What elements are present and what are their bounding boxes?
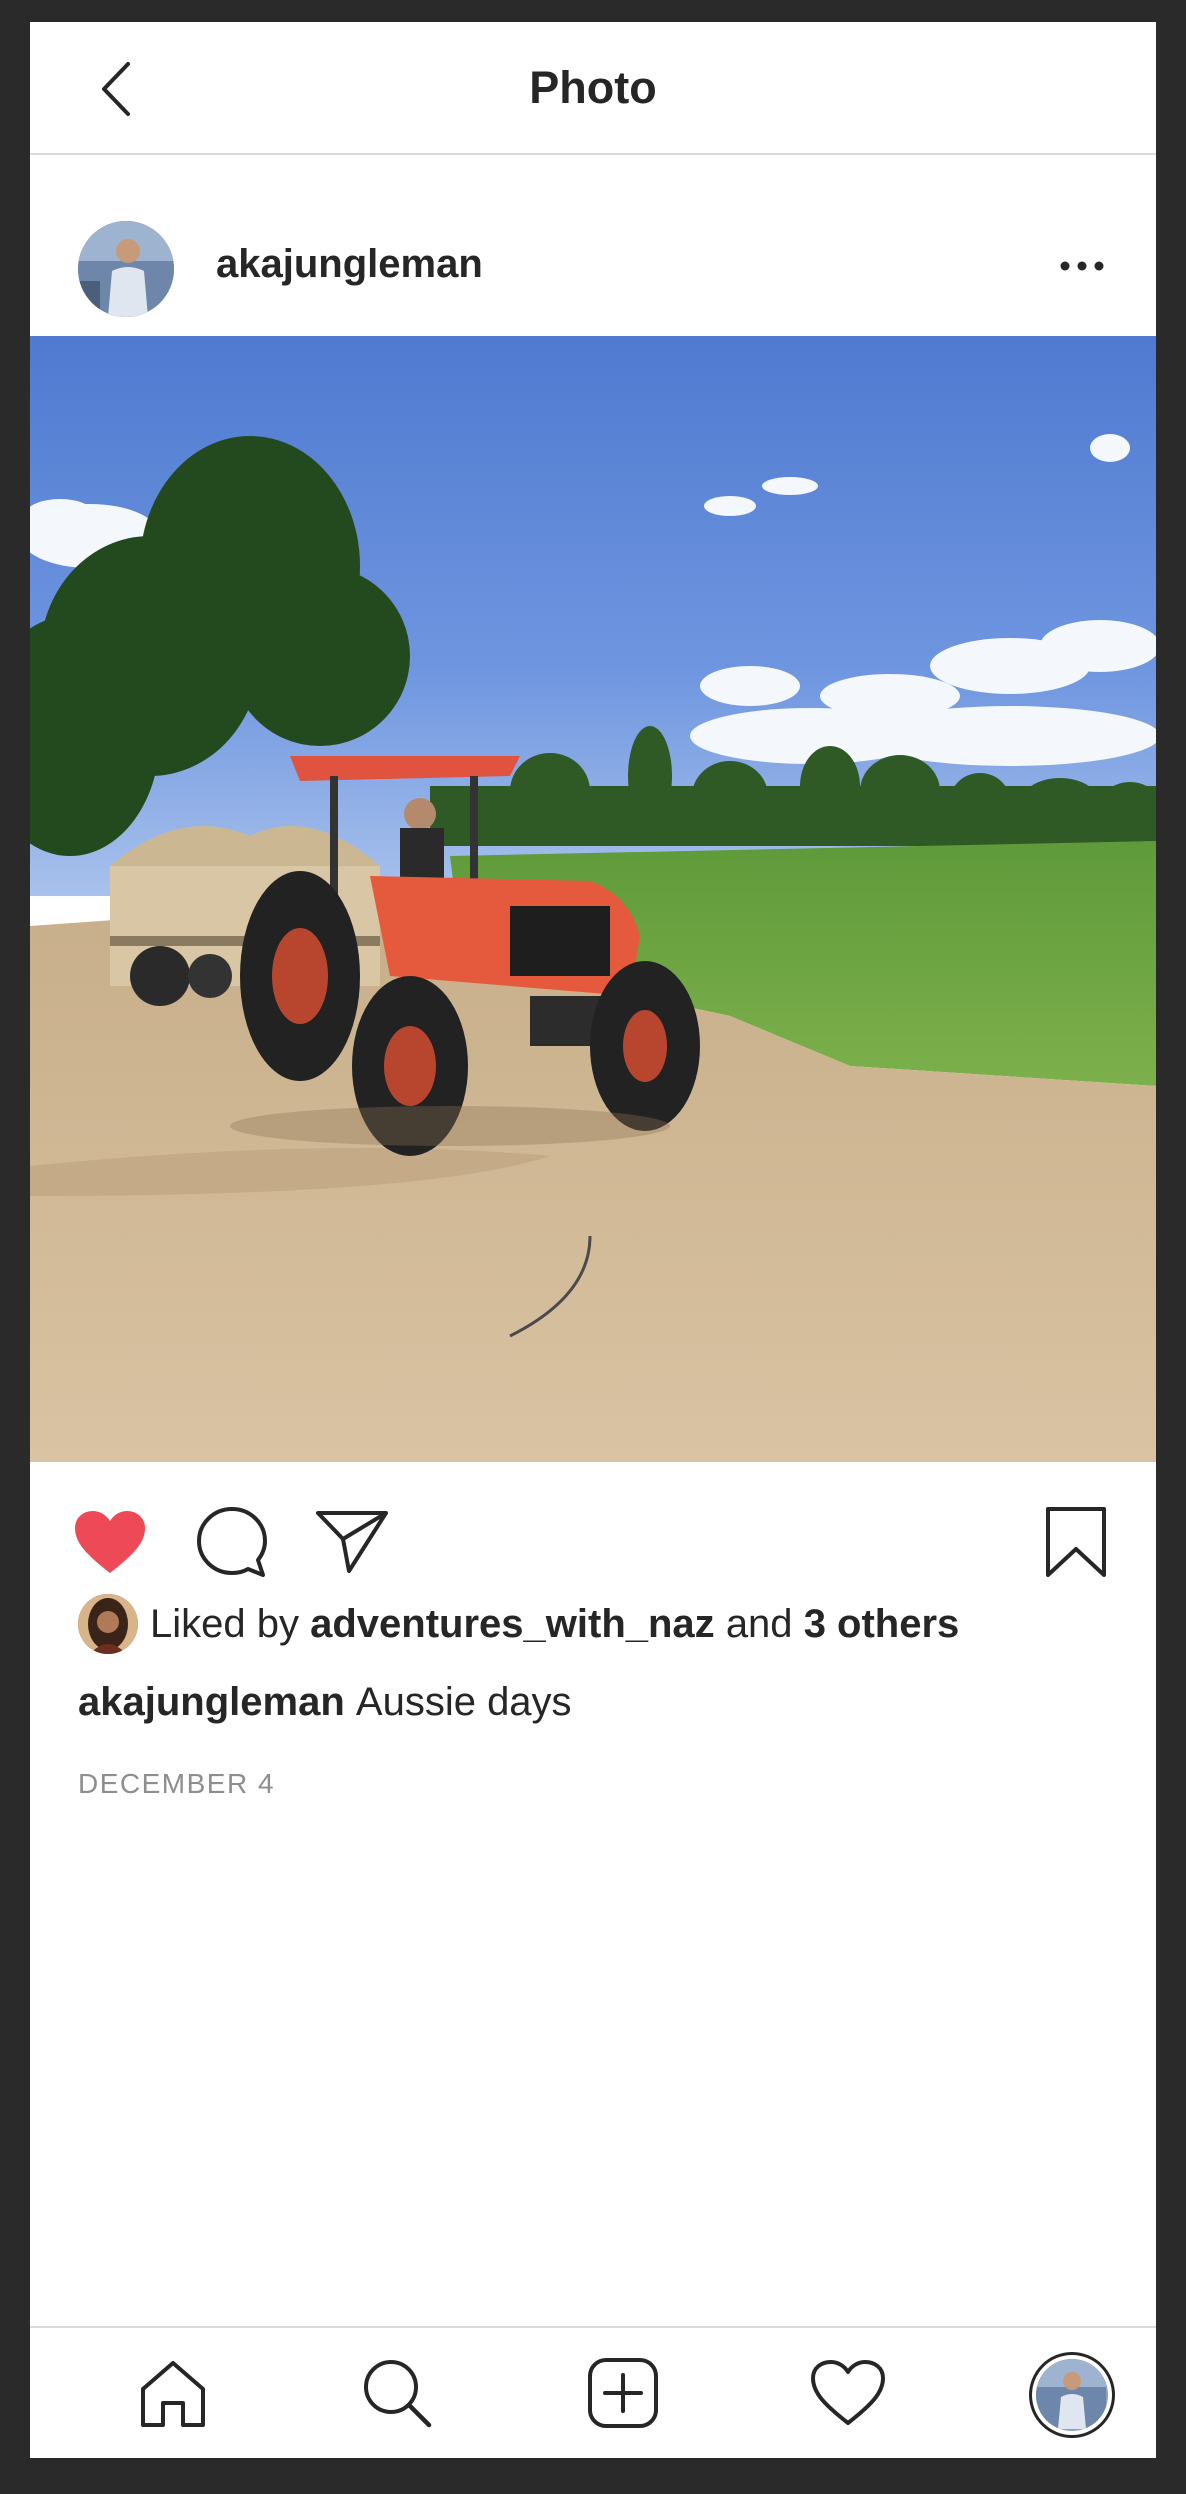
more-options-button[interactable] — [1052, 249, 1112, 285]
more-horizontal-icon — [1060, 258, 1104, 276]
caption-username[interactable]: akajungleman — [78, 1680, 345, 1724]
nav-search[interactable] — [352, 2350, 442, 2440]
author-avatar[interactable] — [78, 221, 174, 317]
post-header: akajungleman — [30, 157, 1156, 337]
nav-activity[interactable] — [803, 2350, 893, 2440]
likes-prefix: Liked by — [150, 1602, 299, 1646]
top-bar: Photo — [30, 22, 1156, 155]
post-photo[interactable] — [30, 336, 1156, 1462]
direct-share-icon — [315, 1509, 389, 1580]
liker-username[interactable]: adventures_with_naz — [310, 1599, 715, 1649]
share-button[interactable] — [312, 1504, 392, 1584]
post-actions — [30, 1462, 1156, 1592]
app-screen: Photo akajungleman Liked by adventures_w… — [30, 22, 1156, 2458]
search-icon — [361, 2357, 433, 2434]
likes-others-link[interactable]: 3 others — [804, 1599, 960, 1649]
add-post-icon — [587, 2357, 659, 2434]
bookmark-icon — [1044, 1505, 1108, 1584]
post-date: DECEMBER 4 — [78, 1768, 276, 1799]
likes-summary: Liked by adventures_with_naz and 3 other… — [78, 1592, 959, 1656]
author-username[interactable]: akajungleman — [216, 239, 483, 289]
comment-button[interactable] — [192, 1504, 272, 1584]
heart-filled-icon — [73, 1509, 147, 1580]
liker-avatar[interactable] — [78, 1594, 138, 1654]
nav-new-post[interactable] — [578, 2350, 668, 2440]
activity-heart-icon — [810, 2359, 886, 2432]
page-title: Photo — [529, 62, 657, 113]
caption-text: Aussie days — [355, 1680, 572, 1724]
home-icon — [137, 2357, 209, 2434]
nav-profile[interactable] — [1027, 2350, 1117, 2440]
save-button[interactable] — [1036, 1504, 1116, 1584]
like-button[interactable] — [70, 1504, 150, 1584]
post-caption: akajungleman Aussie days — [78, 1674, 572, 1730]
profile-avatar — [1029, 2352, 1115, 2438]
comment-icon — [195, 1505, 269, 1584]
bottom-navigation — [30, 2326, 1156, 2458]
nav-home[interactable] — [128, 2350, 218, 2440]
likes-conjunction: and — [725, 1602, 793, 1646]
